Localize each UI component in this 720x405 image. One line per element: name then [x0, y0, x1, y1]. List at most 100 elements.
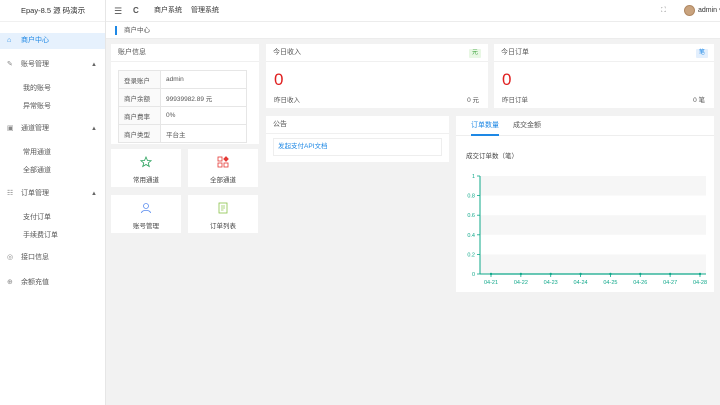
today-income-value: 0	[274, 70, 284, 89]
breadcrumb-marker	[115, 26, 117, 35]
table-row: 商户类型 平台主	[118, 124, 247, 143]
sidebar-item-all-channels[interactable]: 全部通道	[0, 163, 105, 178]
today-orders-card: 今日订单 笔 0 昨日订单 0 笔	[494, 44, 714, 108]
sidebar-item-label: 接口信息	[21, 254, 49, 261]
today-income-card: 今日收入 元 0 昨日收入 0 元	[266, 44, 488, 108]
today-orders-title: 今日订单 笔	[494, 44, 714, 62]
table-row: 商户费率 0%	[118, 106, 247, 125]
account-value: 0%	[160, 106, 247, 125]
y-tick-label: 0.6	[467, 213, 475, 219]
today-income-title: 今日收入 元	[266, 44, 488, 62]
breadcrumb: 商户中心	[106, 22, 720, 39]
data-point	[489, 272, 493, 276]
nav-link-merchant-system[interactable]: 商户系统	[154, 0, 182, 22]
tile-label: 全部通道	[210, 177, 236, 184]
y-tick-label: 1	[472, 174, 475, 180]
chart-card: 订单数量 成交金额 成交订单数（笔） 0 0.2 0.4 0.6 0.8 1 04-21 04-…	[456, 116, 714, 292]
sidebar-item-order-management[interactable]: ☷ 订单管理 ▲	[0, 186, 105, 202]
account-key: 商户余额	[118, 88, 161, 107]
sidebar-item-my-account[interactable]: 我的账号	[0, 81, 105, 96]
x-tick-label: 04-23	[544, 280, 558, 286]
fullscreen-icon[interactable]: ⛶	[661, 0, 666, 22]
data-point	[639, 272, 642, 276]
order-count-chart: 成交订单数（笔） 0 0.2 0.4 0.6 0.8 1 04-21 04-22 04-23 04-…	[466, 151, 707, 286]
y-tick-label: 0.4	[467, 233, 475, 239]
today-orders-value: 0	[502, 70, 512, 89]
unit-badge: 笔	[695, 49, 708, 58]
sidebar-item-label: 商户中心	[21, 37, 49, 44]
notice-title: 公告	[266, 116, 449, 134]
star-icon	[140, 156, 152, 168]
account-key: 商户费率	[118, 106, 161, 125]
account-info-card: 账户信息 登录账户 admin 商户余额 99939982.89 元 商户费率 …	[111, 44, 259, 144]
tab-order-count[interactable]: 订单数量	[471, 116, 499, 136]
sidebar-item-abnormal-account[interactable]: 异常账号	[0, 99, 105, 114]
chart-title: 成交订单数（笔）	[466, 151, 518, 160]
home-icon: ⌂	[7, 37, 12, 44]
nav-link-admin-system[interactable]: 管理系统	[191, 0, 219, 22]
x-tick-label: 04-28	[693, 280, 707, 286]
tile-common-channels[interactable]: 常用通道	[111, 149, 181, 187]
sidebar-item-payment-orders[interactable]: 支付订单	[0, 210, 105, 225]
chevron-up-icon: ▲	[91, 62, 97, 68]
card-title: 今日订单	[501, 49, 529, 56]
sidebar-item-account-management[interactable]: ✎ 账号管理 ▲	[0, 57, 105, 73]
sidebar-item-common-channels[interactable]: 常用通道	[0, 145, 105, 160]
sidebar-item-label: 订单管理	[21, 190, 49, 197]
sidebar-item-fee-orders[interactable]: 手续费订单	[0, 228, 105, 243]
recharge-icon: ⊕	[7, 279, 13, 286]
sidebar: Epay-8.5 源 码演示 ⌂ 商户中心 ✎ 账号管理 ▲ 我的账号 异常账号…	[0, 0, 106, 405]
tile-all-channels[interactable]: 全部通道	[188, 149, 258, 187]
data-point	[579, 272, 582, 276]
tile-account-management[interactable]: 账号管理	[111, 195, 181, 233]
x-tick-label: 04-26	[633, 280, 647, 286]
sidebar-item-merchant-center[interactable]: ⌂ 商户中心	[0, 33, 105, 49]
info-icon: ◎	[7, 254, 14, 261]
y-tick-label: 0	[472, 272, 475, 278]
notice-card: 公告 发起支付API文档	[266, 116, 449, 162]
yesterday-orders-label: 昨日订单	[502, 97, 528, 104]
data-point	[609, 272, 612, 276]
grid-icon	[217, 156, 229, 168]
avatar[interactable]	[684, 5, 695, 16]
x-tick-label: 04-27	[663, 280, 677, 286]
sidebar-item-api-info[interactable]: ◎ 接口信息	[0, 250, 105, 266]
topbar: ☰ C 商户系统 管理系统 ⛶ admin ▾	[106, 0, 720, 22]
tile-order-list[interactable]: 订单列表	[188, 195, 258, 233]
account-info-table: 登录账户 admin 商户余额 99939982.89 元 商户费率 0% 商户…	[118, 70, 247, 143]
unit-badge: 元	[468, 49, 481, 58]
yesterday-income-value: 0 元	[467, 97, 479, 104]
app-title: Epay-8.5 源 码演示	[0, 0, 105, 22]
tab-transaction-amount[interactable]: 成交金额	[513, 116, 541, 136]
chart-band	[480, 254, 706, 274]
tile-label: 常用通道	[133, 177, 159, 184]
user-icon	[141, 203, 151, 214]
refresh-icon[interactable]: C	[133, 0, 139, 22]
x-tick-label: 04-22	[514, 280, 528, 286]
sidebar-item-channel-management[interactable]: ▣ 通道管理 ▲	[0, 121, 105, 137]
account-key: 商户类型	[118, 124, 161, 143]
chart-band	[480, 215, 706, 235]
y-tick-label: 0.8	[467, 194, 475, 200]
account-value: 99939982.89 元	[160, 88, 247, 107]
user-menu[interactable]: admin ▾	[698, 0, 720, 22]
x-tick-label: 04-21	[484, 280, 498, 286]
chevron-up-icon: ▲	[91, 191, 97, 197]
order-icon: ☷	[7, 190, 14, 197]
yesterday-orders-value: 0 笔	[693, 97, 705, 104]
card-title: 今日收入	[273, 49, 301, 56]
sidebar-item-label: 通道管理	[21, 125, 49, 132]
breadcrumb-label[interactable]: 商户中心	[124, 22, 150, 39]
menu-toggle-icon[interactable]: ☰	[114, 0, 122, 22]
api-doc-link[interactable]: 发起支付API文档	[273, 138, 442, 156]
data-point	[519, 272, 523, 276]
pen-icon: ✎	[7, 61, 13, 68]
tile-label: 订单列表	[210, 223, 236, 230]
account-info-title: 账户信息	[111, 44, 259, 62]
table-row: 登录账户 admin	[118, 70, 247, 89]
sidebar-item-balance-recharge[interactable]: ⊕ 余额充值	[0, 275, 105, 291]
data-point	[698, 272, 702, 276]
table-row: 商户余额 99939982.89 元	[118, 88, 247, 107]
chart-tabs: 订单数量 成交金额	[456, 116, 714, 136]
document-icon	[218, 202, 228, 214]
